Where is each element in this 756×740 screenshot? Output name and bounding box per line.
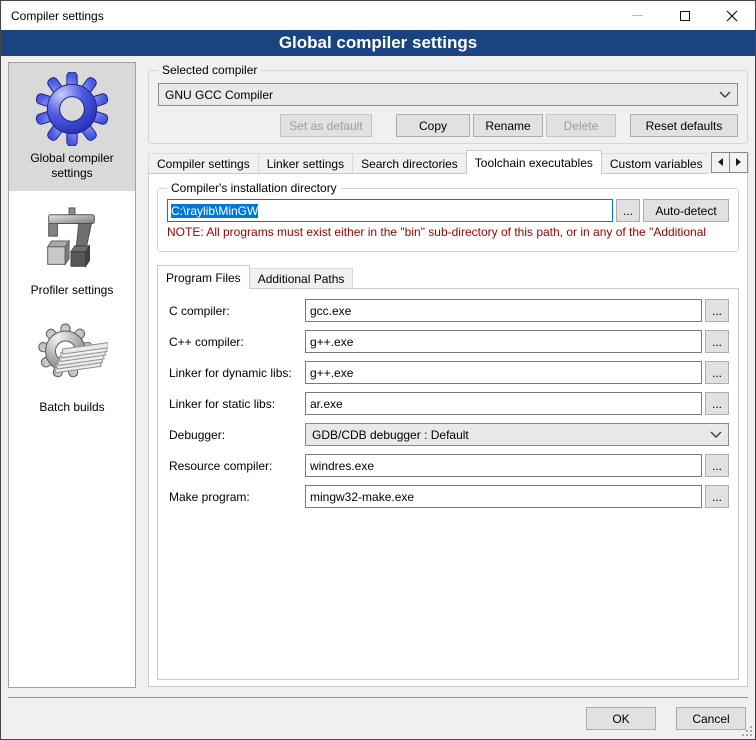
arrow-right-icon (736, 158, 741, 166)
tab-search-directories[interactable]: Search directories (352, 153, 467, 174)
maximize-button[interactable] (661, 1, 708, 30)
sidebar-item-label: Profiler settings (13, 283, 131, 298)
form-row-debugger: Debugger: GDB/CDB debugger : Default (167, 423, 729, 446)
gear-stack-icon (36, 322, 108, 394)
sidebar-item-label: Global compiler settings (13, 151, 131, 181)
chevron-down-icon (710, 431, 722, 439)
compiler-select[interactable]: GNU GCC Compiler (158, 83, 738, 106)
form-row-make-program: Make program: ... (167, 485, 729, 508)
rename-button[interactable]: Rename (473, 114, 543, 137)
linker-dynamic-browse-button[interactable]: ... (705, 361, 729, 384)
install-dir-note: NOTE: All programs must exist either in … (167, 225, 729, 239)
install-dir-value: C:\raylib\MinGW (171, 204, 258, 218)
page-title: Global compiler settings (1, 30, 755, 56)
tab-scroll-left-button[interactable] (711, 152, 730, 173)
window-controls (614, 1, 755, 30)
program-files-panel: C compiler: ... C++ compiler: ... Linker… (157, 288, 739, 680)
form-row-resource-compiler: Resource compiler: ... (167, 454, 729, 477)
tab-scroll-right-button[interactable] (729, 152, 748, 173)
tab-toolchain-executables[interactable]: Toolchain executables (466, 150, 602, 174)
cancel-button[interactable]: Cancel (676, 707, 746, 730)
close-button[interactable] (708, 1, 755, 30)
tab-scroll-arrows (708, 150, 748, 174)
main-content: Selected compiler GNU GCC Compiler Set a… (148, 56, 748, 697)
resource-compiler-input[interactable] (305, 454, 702, 477)
minimize-button[interactable] (614, 1, 661, 30)
debugger-select-value: GDB/CDB debugger : Default (312, 428, 710, 442)
caliper-icon (37, 206, 107, 276)
tab-program-files[interactable]: Program Files (157, 265, 250, 289)
install-dir-browse-button[interactable]: ... (616, 199, 640, 222)
form-row-linker-static: Linker for static libs: ... (167, 392, 729, 415)
linker-static-input[interactable] (305, 392, 702, 415)
form-row-cpp-compiler: C++ compiler: ... (167, 330, 729, 353)
field-label: Resource compiler: (167, 459, 305, 473)
delete-button: Delete (546, 114, 616, 137)
chevron-down-icon (719, 91, 731, 99)
toolchain-executables-panel: Compiler's installation directory C:\ray… (148, 173, 748, 687)
make-program-browse-button[interactable]: ... (705, 485, 729, 508)
field-label: C++ compiler: (167, 335, 305, 349)
auto-detect-button[interactable]: Auto-detect (643, 199, 729, 222)
install-dir-group: Compiler's installation directory C:\ray… (157, 188, 739, 252)
tab-compiler-settings[interactable]: Compiler settings (148, 153, 259, 174)
selected-compiler-group-title: Selected compiler (158, 63, 261, 77)
compiler-select-value: GNU GCC Compiler (165, 88, 719, 102)
program-files-tab-strip: Program Files Additional Paths (157, 266, 739, 289)
tab-custom-variables[interactable]: Custom variables (601, 153, 712, 174)
form-row-linker-dynamic: Linker for dynamic libs: ... (167, 361, 729, 384)
settings-tab-strip: Compiler settings Linker settings Search… (148, 150, 748, 174)
window-title: Compiler settings (1, 9, 614, 23)
maximize-icon (680, 11, 690, 21)
field-label: Linker for static libs: (167, 397, 305, 411)
debugger-select[interactable]: GDB/CDB debugger : Default (305, 423, 729, 446)
make-program-input[interactable] (305, 485, 702, 508)
resource-compiler-browse-button[interactable]: ... (705, 454, 729, 477)
sidebar-item-batch-builds[interactable]: Batch builds (9, 312, 135, 425)
field-label: Linker for dynamic libs: (167, 366, 305, 380)
linker-static-browse-button[interactable]: ... (705, 392, 729, 415)
sidebar-item-label: Batch builds (13, 400, 131, 415)
field-label: C compiler: (167, 304, 305, 318)
field-label: Make program: (167, 490, 305, 504)
linker-dynamic-input[interactable] (305, 361, 702, 384)
sidebar-item-global-compiler-settings[interactable]: Global compiler settings (9, 63, 135, 191)
arrow-left-icon (718, 158, 723, 166)
c-compiler-input[interactable] (305, 299, 702, 322)
install-dir-group-title: Compiler's installation directory (167, 181, 341, 195)
form-row-c-compiler: C compiler: ... (167, 299, 729, 322)
set-as-default-button: Set as default (280, 114, 372, 137)
field-label: Debugger: (167, 428, 305, 442)
gear-blue-icon (35, 72, 109, 146)
close-icon (726, 10, 738, 22)
selected-compiler-group: Selected compiler GNU GCC Compiler Set a… (148, 70, 748, 144)
reset-defaults-button[interactable]: Reset defaults (630, 114, 738, 137)
tab-linker-settings[interactable]: Linker settings (258, 153, 353, 174)
ok-button[interactable]: OK (586, 707, 656, 730)
resize-grip[interactable] (742, 726, 752, 736)
cpp-compiler-input[interactable] (305, 330, 702, 353)
sidebar-item-profiler-settings[interactable]: Profiler settings (9, 195, 135, 308)
dialog-footer: OK Cancel (8, 697, 748, 739)
tab-additional-paths[interactable]: Additional Paths (249, 268, 354, 289)
minimize-icon (632, 15, 643, 16)
copy-button[interactable]: Copy (396, 114, 470, 137)
title-bar: Compiler settings (1, 1, 755, 30)
settings-sidebar: Global compiler settings (8, 62, 136, 688)
install-dir-input[interactable]: C:\raylib\MinGW (167, 199, 613, 222)
cpp-compiler-browse-button[interactable]: ... (705, 330, 729, 353)
compiler-settings-window: Compiler settings Global compiler settin… (0, 0, 756, 740)
c-compiler-browse-button[interactable]: ... (705, 299, 729, 322)
